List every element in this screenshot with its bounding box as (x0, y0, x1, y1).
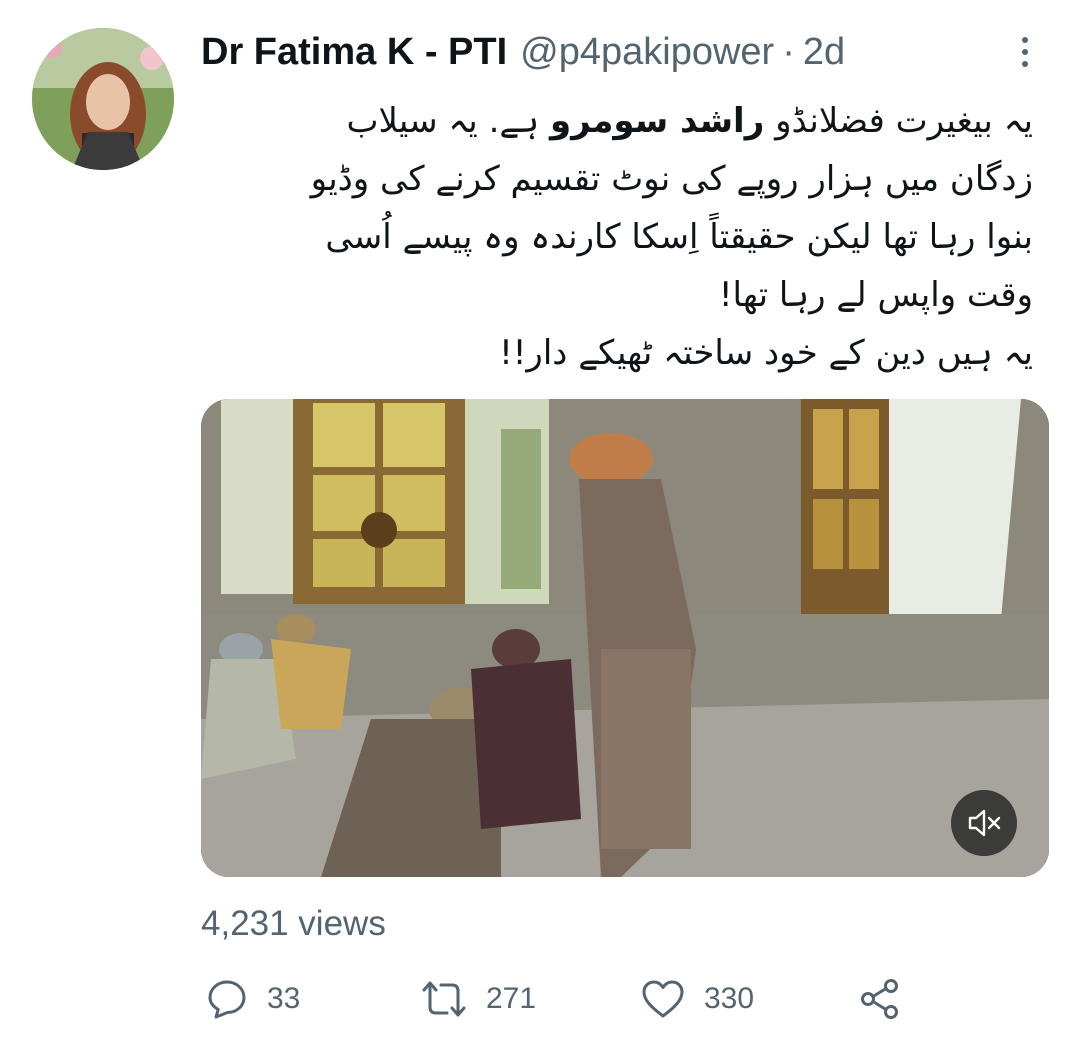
share-button[interactable] (858, 972, 902, 1026)
tweet-text: یہ بیغیرت فضلانڈو راشد سومرو ہے. یہ سیلا… (201, 92, 1033, 382)
tweet-text-line: زدگان میں ہزار روپے کی نوٹ تقسیم کرنے کی… (310, 159, 1033, 199)
tweet-text-line: یہ بیغیرت فضلانڈو راشد سومرو ہے. یہ سیلا… (346, 101, 1033, 141)
retweet-button[interactable]: 271 (420, 972, 536, 1026)
video-frame (201, 399, 1049, 877)
author-name[interactable]: Dr Fatima K - PTI (201, 27, 507, 77)
tweet-text-line: وقت واپس لے رہا تھا! (718, 275, 1033, 315)
retweet-icon (422, 981, 466, 1017)
volume-muted-icon (968, 809, 1001, 837)
tweet-text-line: بنوا رہا تھا لیکن حقیقتاً اِسکا کارندہ و… (325, 217, 1033, 257)
heart-icon (642, 980, 684, 1018)
mentioned-name: راشد سومرو (550, 101, 765, 141)
tweet-age[interactable]: 2d (803, 27, 845, 77)
reply-count: 33 (267, 982, 301, 1015)
author-avatar[interactable] (32, 28, 174, 170)
retweet-count: 271 (486, 982, 537, 1015)
mute-button[interactable] (951, 790, 1017, 856)
author-handle[interactable]: @p4pakipower (520, 27, 774, 77)
view-count: 4,231 views (201, 904, 386, 943)
video-player[interactable] (201, 399, 1049, 877)
tweet-header: Dr Fatima K - PTI @p4pakipower · 2d (201, 27, 1001, 77)
like-count: 330 (704, 982, 755, 1015)
reply-button[interactable]: 33 (205, 972, 300, 1026)
more-options-button[interactable] (1010, 30, 1040, 74)
avatar-image (32, 28, 174, 170)
more-vertical-icon (1022, 37, 1028, 43)
tweet-text-line: یہ ہیں دین کے خود ساختہ ٹھیکے دار!! (499, 333, 1033, 373)
share-icon (861, 979, 898, 1019)
like-button[interactable]: 330 (640, 972, 754, 1026)
separator-dot: · (782, 31, 795, 73)
comment-icon (208, 980, 246, 1019)
